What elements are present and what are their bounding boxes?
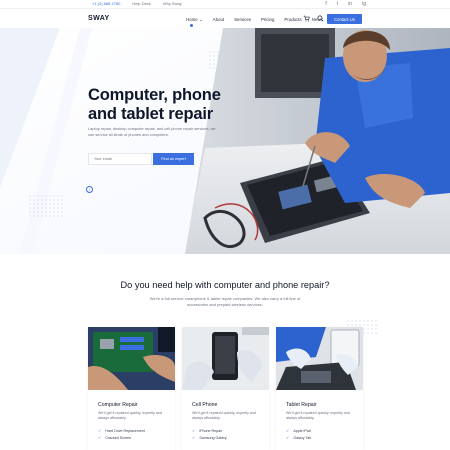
check-icon: ✓: [98, 435, 102, 440]
chevron-down-icon: ⌄: [198, 17, 203, 22]
check-icon: ✓: [192, 435, 196, 440]
service-card-tablet[interactable]: Tablet Repair We'll get it repaired quic…: [276, 327, 363, 450]
cart-icon[interactable]: [303, 15, 310, 22]
list-item: ✓ Apple iPad: [286, 428, 311, 433]
list-item-label: Galaxy Tab: [293, 435, 312, 440]
computer-repair-photo: [88, 327, 175, 390]
top-bar: +1 (2) 888 2780 Help Desk Why Sway f t i…: [0, 0, 450, 9]
list-item: ✓ Cracked Screen: [98, 435, 131, 440]
list-item-label: Samsung Galaxy: [199, 435, 227, 440]
card-description: We'll get it repaired quickly, expertly …: [286, 411, 350, 420]
services-heading: Do you need help with computer and phone…: [120, 280, 330, 290]
twitter-icon[interactable]: t: [337, 1, 338, 7]
list-item-label: Apple iPad: [293, 428, 311, 433]
list-item: ✓ Samsung Galaxy: [192, 435, 227, 440]
service-card-cell-phone[interactable]: Cell Phone We'll get it repaired quickly…: [182, 327, 269, 450]
social-links: f t in ig: [325, 1, 366, 7]
top-bar-left: +1 (2) 888 2780 Help Desk Why Sway: [92, 1, 182, 6]
technician-photo: [185, 28, 450, 254]
card-title: Tablet Repair: [286, 402, 317, 408]
hero-title-line-2: and tablet repair: [88, 105, 213, 123]
card-description: We'll get it repaired quickly, expertly …: [192, 411, 256, 420]
check-icon: ✓: [98, 428, 102, 433]
why-sway-link[interactable]: Why Sway: [163, 1, 182, 6]
services-subheading: We're a full-service smartphone & tablet…: [149, 296, 301, 307]
list-item-label: iPhone Repair: [199, 428, 223, 433]
check-icon: ✓: [286, 435, 290, 440]
hero-subtitle: Laptop repair, desktop computer repair, …: [88, 126, 216, 137]
email-input[interactable]: [88, 153, 152, 165]
nav-item-home[interactable]: Home ⌄: [186, 17, 203, 27]
hero-section: Computer, phone and tablet repair Laptop…: [0, 28, 450, 254]
list-item-label: Cracked Screen: [105, 435, 132, 440]
list-item-label: Hard Drive Replacement: [105, 428, 145, 433]
list-item: ✓ iPhone Repair: [192, 428, 222, 433]
check-icon: ✓: [192, 428, 196, 433]
main-navigation: SWAY Home ⌄ About Services Pricing Produ…: [0, 10, 450, 28]
nav-item-products[interactable]: Products: [284, 17, 301, 23]
hero-title-line-1: Computer, phone: [88, 86, 221, 104]
contact-us-button[interactable]: Contact Us: [327, 14, 362, 24]
search-icon[interactable]: [317, 15, 324, 22]
card-title: Cell Phone: [192, 402, 218, 408]
check-icon: ✓: [286, 428, 290, 433]
nav-item-about[interactable]: About: [213, 17, 224, 23]
service-card-computer[interactable]: Computer Repair We'll get it repaired qu…: [88, 327, 175, 450]
nav-home-label: Home: [186, 17, 198, 22]
hero-title: Computer, phone and tablet repair: [88, 86, 238, 124]
nav-item-pricing[interactable]: Pricing: [261, 17, 274, 23]
help-desk-link[interactable]: Help Desk: [132, 1, 150, 6]
phone-number[interactable]: +1 (2) 888 2780: [92, 1, 120, 6]
nav-icons: [303, 15, 324, 22]
list-item: ✓ Galaxy Tab: [286, 435, 311, 440]
arrow-down-icon[interactable]: ↓: [86, 186, 93, 193]
logo[interactable]: SWAY: [88, 15, 110, 22]
facebook-icon[interactable]: f: [325, 1, 326, 7]
card-title: Computer Repair: [98, 402, 138, 408]
find-expert-button[interactable]: Find an expert: [153, 153, 194, 165]
cell-phone-repair-photo: [182, 327, 269, 390]
linkedin-icon[interactable]: in: [348, 1, 352, 7]
tablet-repair-photo: [276, 327, 363, 390]
card-description: We'll get it repaired quickly, expertly …: [98, 411, 162, 420]
instagram-icon[interactable]: ig: [362, 1, 366, 7]
list-item: ✓ Hard Drive Replacement: [98, 428, 145, 433]
nav-item-services[interactable]: Services: [234, 17, 251, 23]
